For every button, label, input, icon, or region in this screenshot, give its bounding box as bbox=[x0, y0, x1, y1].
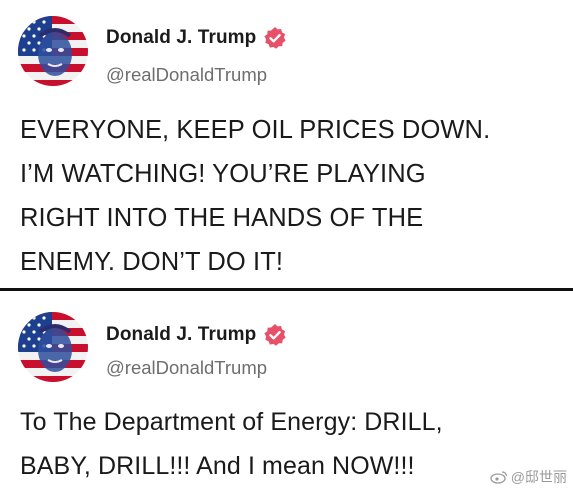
author-name[interactable]: Donald J. Trump bbox=[106, 27, 256, 49]
post-body-line: I’M WATCHING! YOU’RE PLAYING bbox=[20, 160, 426, 188]
divider bbox=[0, 288, 573, 291]
post-body-line: BABY, DRILL!!! And I mean NOW!!! bbox=[20, 452, 415, 480]
avatar[interactable] bbox=[18, 16, 88, 86]
post-body-line: To The Department of Energy: DRILL, bbox=[20, 408, 443, 436]
post-2: Donald J. Trump @realDonaldTrump To The … bbox=[0, 292, 573, 495]
author-row: Donald J. Trump bbox=[106, 323, 287, 347]
author-name[interactable]: Donald J. Trump bbox=[106, 324, 256, 346]
post-body-line: ENEMY. DON’T DO IT! bbox=[20, 248, 284, 276]
flag-portrait-avatar-icon bbox=[18, 16, 88, 86]
weibo-icon bbox=[490, 471, 507, 484]
watermark-text: @邸世丽 bbox=[510, 469, 567, 485]
author-row: Donald J. Trump bbox=[106, 26, 287, 50]
avatar[interactable] bbox=[18, 312, 88, 382]
verified-badge-icon bbox=[264, 324, 286, 346]
post-body-line: RIGHT INTO THE HANDS OF THE bbox=[20, 204, 424, 232]
author-handle[interactable]: @realDonaldTrump bbox=[106, 64, 267, 86]
post-body-line: EVERYONE, KEEP OIL PRICES DOWN. bbox=[20, 116, 491, 144]
flag-portrait-avatar-icon bbox=[18, 312, 88, 382]
verified-badge-icon bbox=[264, 27, 286, 49]
post-body: EVERYONE, KEEP OIL PRICES DOWN. I’M WATC… bbox=[20, 108, 490, 284]
post-body: To The Department of Energy: DRILL, BABY… bbox=[20, 400, 443, 488]
watermark: @邸世丽 bbox=[490, 467, 567, 487]
post-1: Donald J. Trump @realDonaldTrump EVERYON… bbox=[0, 0, 573, 289]
author-handle[interactable]: @realDonaldTrump bbox=[106, 357, 267, 379]
